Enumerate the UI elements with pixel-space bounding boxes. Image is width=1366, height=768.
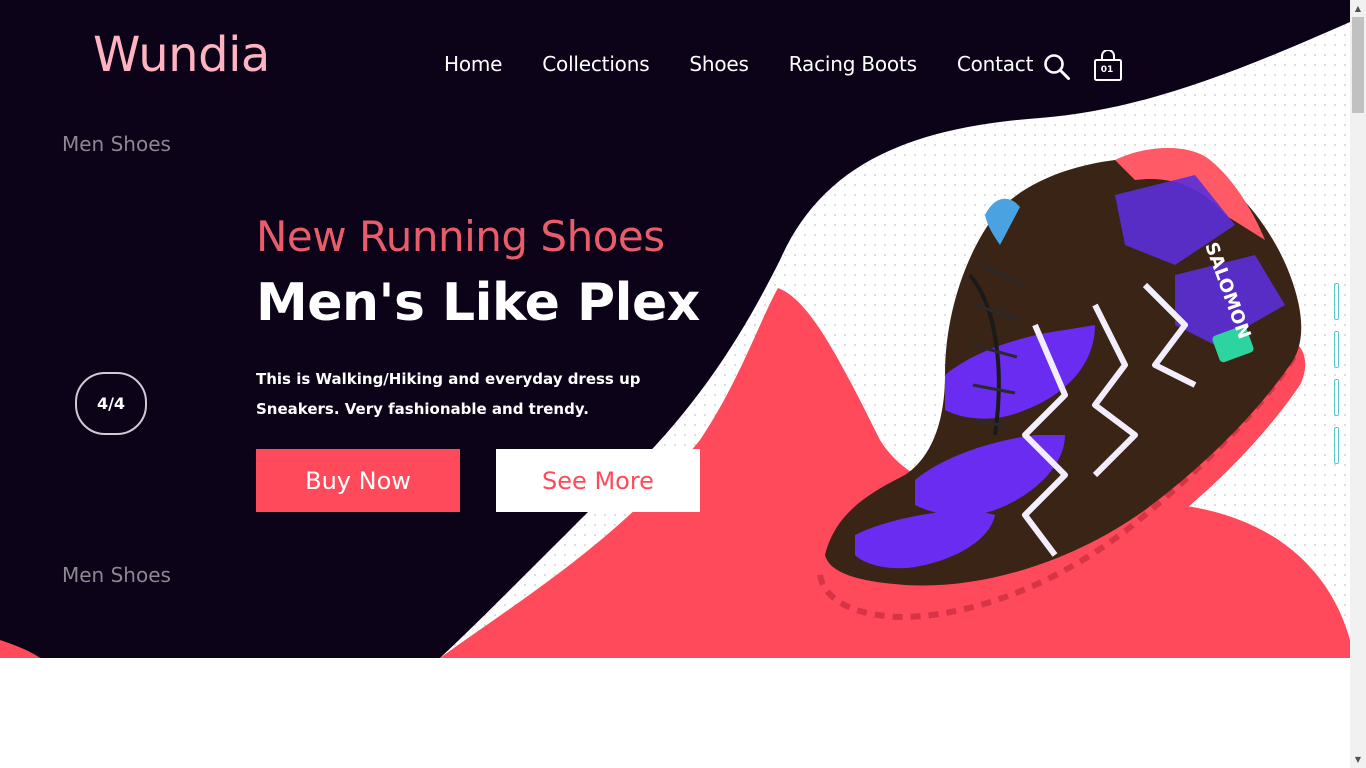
vertical-scrollbar[interactable]: ▲ ▼	[1350, 0, 1366, 768]
page: Wundia Home Collections Shoes Racing Boo…	[0, 0, 1366, 768]
main-nav: Home Collections Shoes Racing Boots Cont…	[444, 50, 1033, 78]
side-label-bottom[interactable]: Men Shoes	[62, 561, 171, 589]
nav-item-home[interactable]: Home	[444, 50, 502, 78]
slider-dot-4[interactable]	[1334, 427, 1339, 464]
nav-item-racing-boots[interactable]: Racing Boots	[789, 50, 917, 78]
brand-logo[interactable]: Wundia	[93, 26, 270, 84]
hero-section: Wundia Home Collections Shoes Racing Boo…	[0, 0, 1350, 658]
scroll-up-arrow-icon[interactable]: ▲	[1350, 0, 1366, 17]
nav-item-shoes[interactable]: Shoes	[689, 50, 749, 78]
running-shoe-image: SALOMON	[811, 147, 1306, 631]
see-more-button[interactable]: See More	[496, 449, 700, 512]
shopping-bag-icon[interactable]	[1093, 50, 1123, 82]
slider-dot-2[interactable]	[1334, 331, 1339, 368]
buy-now-button[interactable]: Buy Now	[256, 449, 460, 512]
side-label-top[interactable]: Men Shoes	[62, 130, 171, 158]
hero-title: Men's Like Plex	[256, 273, 700, 333]
svg-text:SALOMON: SALOMON	[1200, 240, 1254, 342]
slider-dots	[1334, 283, 1339, 464]
slide-counter: 4/4	[75, 372, 147, 435]
hero-subtitle: New Running Shoes	[256, 212, 665, 261]
scrollbar-thumb[interactable]	[1352, 17, 1364, 113]
nav-item-collections[interactable]: Collections	[542, 50, 649, 78]
search-icon[interactable]	[1043, 53, 1071, 81]
hero-description: This is Walking/Hiking and everyday dres…	[256, 370, 641, 418]
nav-item-contact[interactable]: Contact	[957, 50, 1034, 78]
slider-dot-3[interactable]	[1334, 379, 1339, 416]
scroll-down-arrow-icon[interactable]: ▼	[1350, 751, 1366, 768]
slider-dot-1[interactable]	[1334, 283, 1339, 320]
